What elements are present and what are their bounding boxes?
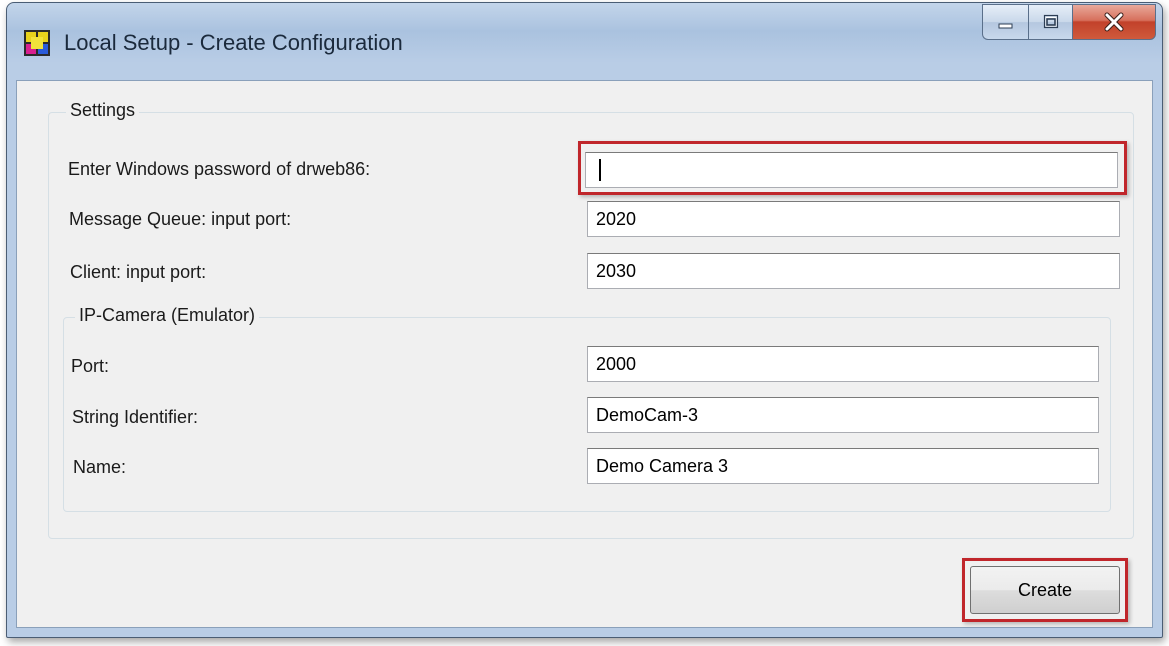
client-port-input[interactable] — [587, 253, 1120, 289]
mq-port-label: Message Queue: input port: — [69, 209, 292, 229]
string-identifier-label: String Identifier: — [72, 407, 199, 427]
close-icon — [1104, 12, 1124, 32]
maximize-button[interactable] — [1028, 4, 1072, 40]
password-highlight-frame — [578, 141, 1127, 195]
ip-camera-group-title: IP-Camera (Emulator) — [75, 305, 260, 326]
password-label: Enter Windows password of drweb86: — [68, 159, 371, 179]
client-port-label: Client: input port: — [70, 262, 207, 282]
maximize-icon — [1043, 14, 1058, 29]
string-identifier-input[interactable] — [587, 397, 1099, 433]
caption-buttons — [982, 4, 1156, 42]
dialog-window: Local Setup - Create Configuration Setti… — [6, 2, 1163, 638]
app-puzzle-icon — [24, 30, 50, 56]
mq-port-input[interactable] — [587, 201, 1120, 237]
create-highlight-frame — [962, 558, 1128, 622]
minimize-button[interactable] — [982, 4, 1028, 40]
camera-port-label: Port: — [71, 356, 110, 376]
dialog-client-area: Settings Enter Windows password of drweb… — [16, 80, 1153, 628]
title-bar[interactable]: Local Setup - Create Configuration — [7, 3, 1162, 81]
camera-name-label: Name: — [73, 457, 127, 477]
camera-name-input[interactable] — [587, 448, 1099, 484]
close-button[interactable] — [1072, 4, 1156, 40]
settings-group-title: Settings — [66, 100, 140, 121]
minimize-icon — [998, 23, 1012, 29]
camera-port-input[interactable] — [587, 346, 1099, 382]
window-title: Local Setup - Create Configuration — [64, 30, 403, 55]
